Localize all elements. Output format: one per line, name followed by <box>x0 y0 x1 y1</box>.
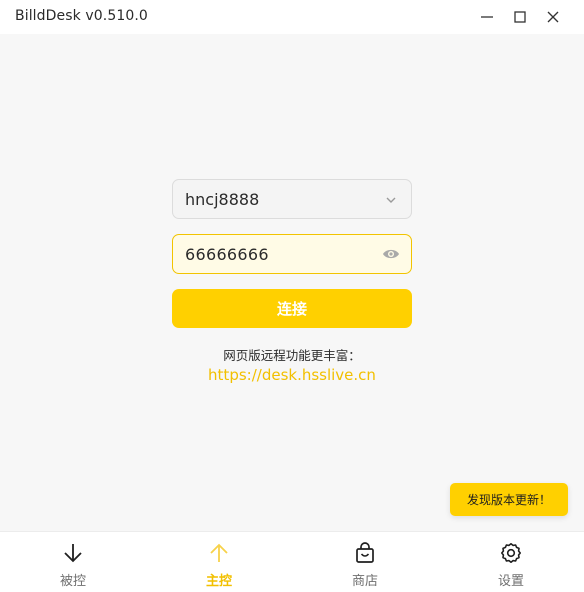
account-select[interactable]: hncj8888 <box>172 179 412 219</box>
nav-item-store[interactable]: 商店 <box>292 532 438 592</box>
close-icon <box>547 11 559 23</box>
chevron-down-icon <box>386 197 396 203</box>
minimize-button[interactable] <box>475 5 499 29</box>
nav-item-label: 商店 <box>351 574 378 589</box>
maximize-button[interactable] <box>508 5 532 29</box>
account-select-value: hncj8888 <box>185 189 260 209</box>
title-bar[interactable]: BilldDesk v0.510.0 <box>0 0 584 34</box>
app-window: BilldDesk v0.510.0 hncj8888 66666666 连接 … <box>0 0 584 592</box>
connect-button[interactable]: 连接 <box>172 289 412 328</box>
nav-item-label: 主控 <box>205 574 232 589</box>
web-version-link[interactable]: https://desk.hsslive.cn <box>172 366 412 384</box>
nav-item-controlled[interactable]: 被控 <box>0 532 146 592</box>
arrow-up-icon <box>210 543 228 562</box>
password-field-value: 66666666 <box>185 244 269 264</box>
password-field[interactable]: 66666666 <box>172 234 412 274</box>
minimize-icon <box>481 16 493 18</box>
nav-item-controller[interactable]: 主控 <box>146 532 292 592</box>
arrow-down-icon <box>64 544 82 563</box>
maximize-icon <box>514 11 526 23</box>
nav-item-settings[interactable]: 设置 <box>438 532 584 592</box>
shopping-bag-icon <box>356 542 374 563</box>
nav-item-label: 被控 <box>59 574 86 589</box>
web-version-hint: 网页版远程功能更丰富： <box>223 348 361 363</box>
close-button[interactable] <box>541 5 565 29</box>
window-title: BilldDesk v0.510.0 <box>15 8 148 24</box>
eye-icon[interactable] <box>382 247 400 261</box>
bottom-nav: 被控 主控 商店 设置 <box>0 531 584 592</box>
nav-item-label: 设置 <box>497 574 524 589</box>
update-toast[interactable]: 发现版本更新！ <box>450 483 568 516</box>
gear-icon <box>501 543 521 563</box>
